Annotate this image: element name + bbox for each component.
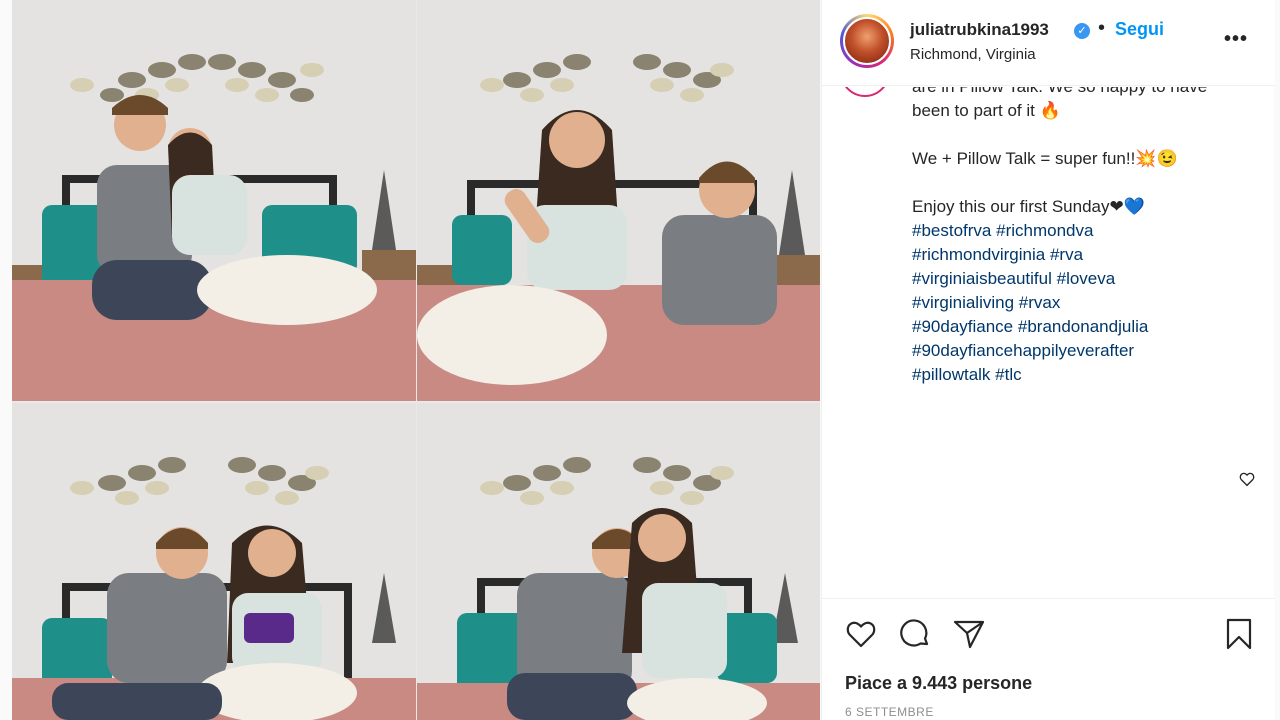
hashtag-line: #virginialiving #rvax (912, 291, 1060, 315)
post-photo-collage[interactable] (12, 0, 820, 720)
hashtag-line: #pillowtalk #tlc (912, 363, 1022, 387)
photo-panel-woman-pointing (417, 0, 820, 401)
caption-avatar[interactable] (840, 87, 890, 97)
post-sidebar: juliatrubkina1993 ✓ • Segui Richmond, Vi… (821, 0, 1275, 720)
photo-panel-couple-hugging (12, 0, 416, 401)
hashtag-link[interactable]: #virginialiving (912, 293, 1014, 312)
hashtag-link[interactable]: #tlc (995, 365, 1021, 384)
hashtag-link[interactable]: #90dayfiance (912, 317, 1013, 336)
location-link[interactable]: Richmond, Virginia (910, 46, 1036, 63)
hashtag-link[interactable]: #pillowtalk (912, 365, 990, 384)
post-date[interactable]: 6 SETTEMBRE (845, 705, 934, 719)
hashtag-line: #virginiaisbeautiful #loveva (912, 267, 1115, 291)
hashtag-link[interactable]: #90dayfiancehappilyeverafter (912, 341, 1134, 360)
post-action-bar: Piace a 9.443 persone 6 SETTEMBRE (822, 598, 1275, 720)
hashtag-line: #90dayfiancehappilyeverafter (912, 339, 1134, 363)
caption-line: Enjoy this our first Sunday❤💙 (912, 197, 1145, 216)
photo-panel-surprised-snack (12, 403, 416, 720)
heart-icon[interactable] (844, 617, 878, 651)
hashtag-line: #richmondvirginia #rva (912, 243, 1083, 267)
photo-panel-couple-smiling (417, 403, 820, 720)
hashtag-link[interactable]: #richmondva (996, 221, 1093, 240)
comment-icon[interactable] (898, 617, 932, 651)
hashtag-link[interactable]: #rva (1050, 245, 1083, 264)
caption-cut-line: are in Pillow Talk. We so happy to have (912, 87, 1207, 99)
caption-line: We + Pillow Talk = super fun!!💥😉 (912, 149, 1178, 168)
caption-line: been to part of it 🔥 (912, 101, 1061, 120)
hashtag-line: #90dayfiance #brandonandjulia (912, 315, 1148, 339)
bookmark-icon[interactable] (1222, 617, 1256, 651)
hashtag-link[interactable]: #loveva (1057, 269, 1116, 288)
hashtag-link[interactable]: #richmondvirginia (912, 245, 1045, 264)
hashtag-link[interactable]: #virginiaisbeautiful (912, 269, 1052, 288)
follow-button[interactable]: Segui (1115, 19, 1164, 40)
caption-scroll-area[interactable]: are in Pillow Talk. We so happy to have … (822, 87, 1275, 597)
verified-badge-icon: ✓ (1074, 23, 1090, 39)
hashtag-link[interactable]: #bestofrva (912, 221, 991, 240)
hashtag-line: #bestofrva #richmondva (912, 219, 1093, 243)
separator-dot: • (1098, 17, 1106, 39)
avatar[interactable] (843, 17, 891, 65)
username-link[interactable]: juliatrubkina1993 (910, 20, 1049, 40)
likes-count[interactable]: Piace a 9.443 persone (845, 673, 1032, 694)
hashtag-link[interactable]: #rvax (1019, 293, 1061, 312)
instagram-post-window: juliatrubkina1993 ✓ • Segui Richmond, Vi… (0, 0, 1280, 720)
story-ring[interactable] (840, 14, 894, 68)
hashtag-link[interactable]: #brandonandjulia (1018, 317, 1148, 336)
more-options-icon[interactable]: ••• (1224, 28, 1248, 51)
comment-like-heart-icon[interactable] (1238, 470, 1256, 488)
post-header: juliatrubkina1993 ✓ • Segui Richmond, Vi… (822, 0, 1275, 86)
paper-plane-icon[interactable] (952, 617, 986, 651)
